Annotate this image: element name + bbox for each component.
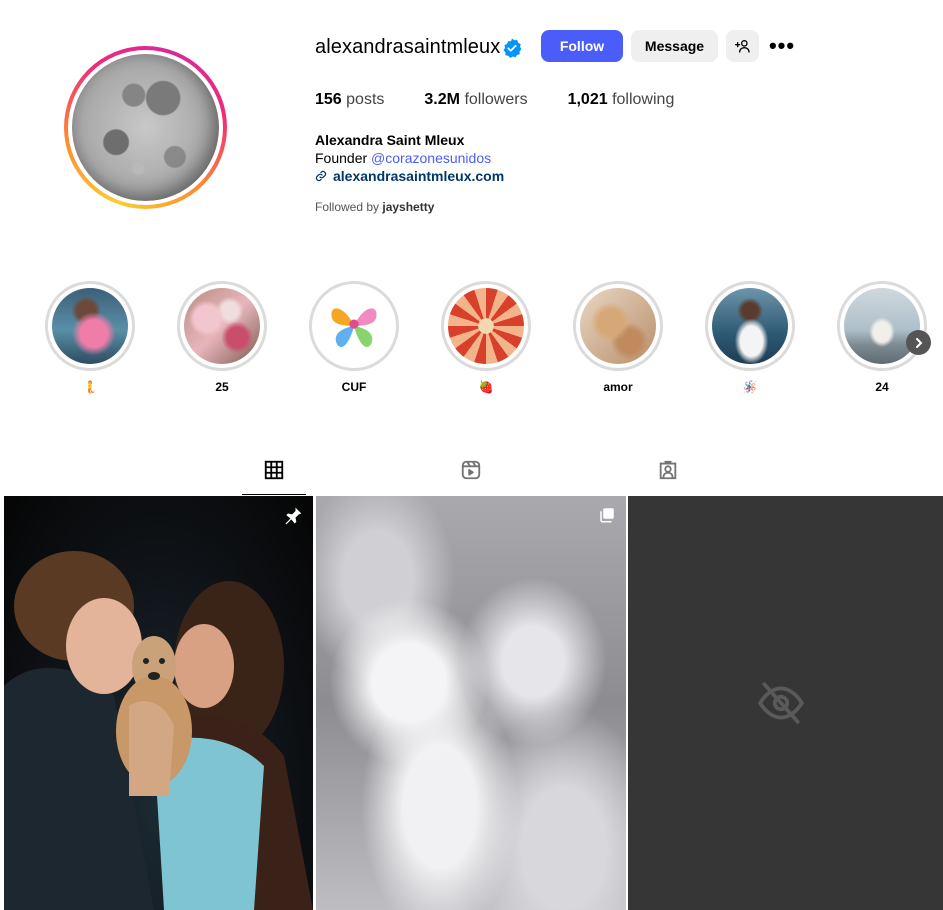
following-stat[interactable]: 1,021 following <box>568 91 675 109</box>
grid-icon <box>264 460 284 480</box>
profile-website-link[interactable]: alexandrasaintmleux.com <box>315 168 504 184</box>
highlight-cover <box>52 288 128 364</box>
post-pinned-couple-with-puppy[interactable] <box>4 496 313 910</box>
more-options-button[interactable]: ••• <box>767 30 797 62</box>
highlight-cover <box>316 288 392 364</box>
highlight-cover <box>580 288 656 364</box>
followed-by[interactable]: Followed by jayshetty <box>315 200 434 214</box>
tab-posts[interactable] <box>242 459 306 495</box>
reels-icon <box>461 460 481 480</box>
profile-username: alexandrasaintmleux <box>315 36 501 58</box>
post-hidden-content[interactable] <box>628 496 943 910</box>
highlight-cover <box>712 288 788 364</box>
highlight-label: 25 <box>215 380 229 394</box>
profile-avatar[interactable] <box>64 46 227 209</box>
highlight-label: CUF <box>341 380 367 394</box>
message-button[interactable]: Message <box>631 30 718 62</box>
posts-label: posts <box>346 91 385 108</box>
highlight-item[interactable]: 🍓 <box>441 281 531 396</box>
following-label: following <box>612 91 675 108</box>
tagged-icon <box>659 460 677 480</box>
highlight-label: 🍓 <box>478 380 494 394</box>
carousel-icon <box>600 508 614 523</box>
followers-count: 3.2M <box>424 91 460 108</box>
profile-bio: Founder @corazonesunidos <box>315 150 491 166</box>
bio-text: Founder <box>315 150 372 166</box>
highlight-item[interactable]: 🧜 <box>45 281 135 396</box>
website-text: alexandrasaintmleux.com <box>333 168 505 184</box>
link-icon <box>315 170 327 182</box>
following-count: 1,021 <box>567 91 608 108</box>
followed-by-user: jayshetty <box>382 200 435 214</box>
avatar-image-moon <box>72 54 219 201</box>
highlight-label: 24 <box>875 380 889 394</box>
highlight-label: 🪅 <box>742 380 758 394</box>
posts-stat: 156 posts <box>315 91 384 109</box>
post-image <box>4 551 313 910</box>
butterfly-logo-icon <box>331 308 377 348</box>
followers-stat[interactable]: 3.2M followers <box>424 91 527 109</box>
profile-full-name: Alexandra Saint Mleux <box>315 132 465 148</box>
highlight-item[interactable]: 25 <box>177 281 267 396</box>
chevron-right-icon <box>915 337 922 348</box>
followed-by-label: Followed by <box>315 200 383 214</box>
pin-icon <box>285 507 302 525</box>
tab-tagged[interactable] <box>636 459 700 495</box>
add-user-icon <box>734 40 750 53</box>
highlight-item[interactable]: amor <box>573 281 663 396</box>
bio-mention-link[interactable]: @corazonesunidos <box>371 150 491 166</box>
eye-off-icon <box>757 682 805 724</box>
highlight-cover <box>448 288 524 364</box>
suggested-users-button[interactable] <box>726 30 759 62</box>
follow-button[interactable]: Follow <box>541 30 623 62</box>
highlight-label: 🧜 <box>82 380 98 394</box>
highlight-label: amor <box>603 380 633 394</box>
highlight-item[interactable]: 🪅 <box>705 281 795 396</box>
verified-badge-icon <box>503 38 522 58</box>
posts-count: 156 <box>315 91 342 108</box>
followers-label: followers <box>464 91 528 108</box>
highlights-next-button[interactable] <box>906 330 931 355</box>
highlight-item[interactable]: CUF <box>309 281 399 396</box>
tab-reels[interactable] <box>439 459 503 495</box>
post-clouds[interactable] <box>316 496 626 910</box>
profile-stats: 156 posts 3.2M followers 1,021 following <box>315 91 714 109</box>
highlight-cover <box>844 288 920 364</box>
highlight-cover <box>184 288 260 364</box>
